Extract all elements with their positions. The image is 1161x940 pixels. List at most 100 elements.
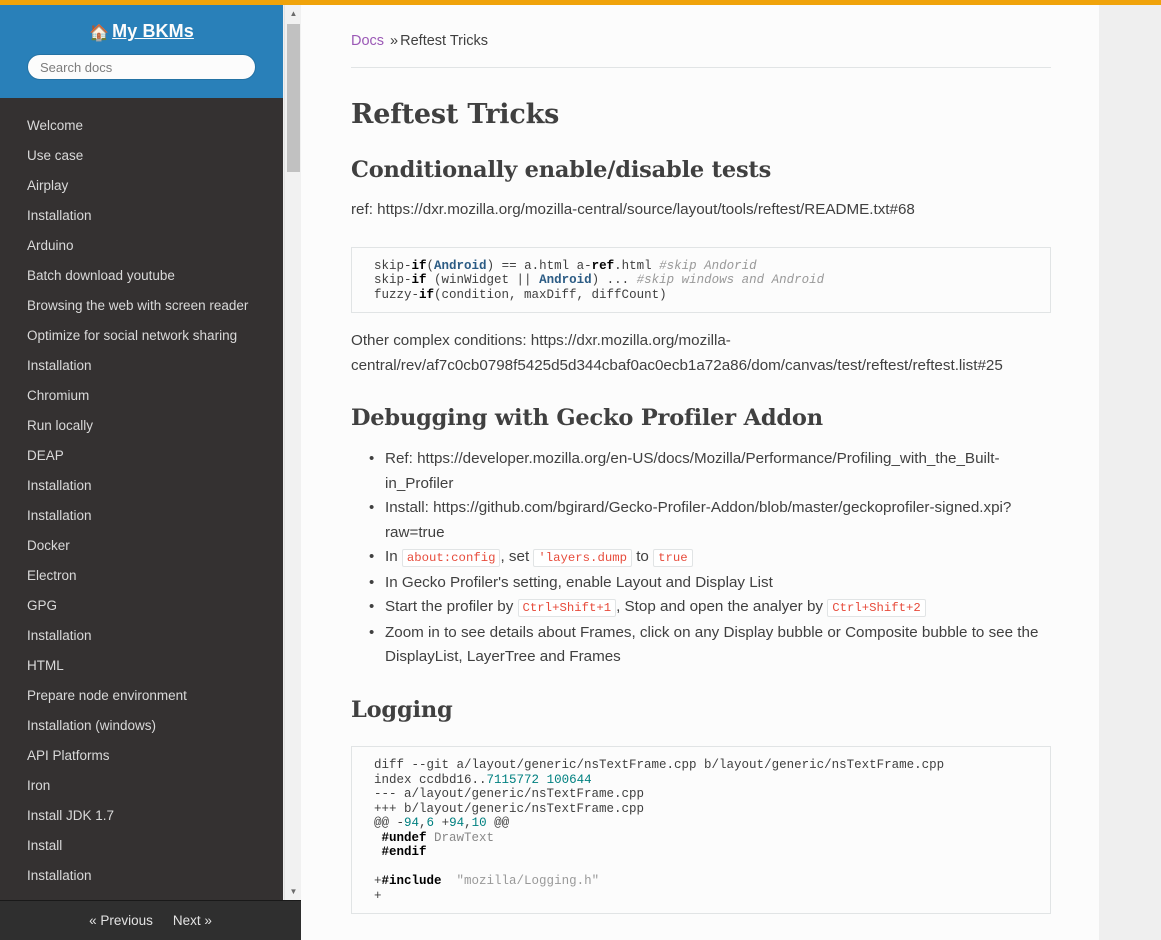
inline-code-ctrl-shift-1: Ctrl+Shift+1 xyxy=(517,599,617,618)
sidebar-item-arduino[interactable]: Arduino xyxy=(0,231,283,261)
search-input[interactable] xyxy=(27,54,256,81)
sidebar-scrollbar-thumb[interactable] xyxy=(287,24,300,172)
inline-code-true: true xyxy=(653,549,693,568)
breadcrumb-docs-link[interactable]: Docs xyxy=(351,33,384,49)
sidebar-item-label[interactable]: Use case xyxy=(0,141,283,171)
sidebar-item-label[interactable]: Installation xyxy=(0,501,283,531)
inline-code-ctrl-shift-2: Ctrl+Shift+2 xyxy=(827,599,926,618)
sidebar-item-label[interactable]: GPG xyxy=(0,591,283,621)
sidebar-item-label[interactable]: Installation xyxy=(0,471,283,501)
inline-code-about-config: about:config xyxy=(401,549,501,568)
sidebar-item-installation-6[interactable]: Installation xyxy=(0,861,283,891)
sidebar-item-iron[interactable]: Iron xyxy=(0,771,283,801)
sidebar-item-label[interactable]: Run locally xyxy=(0,411,283,441)
code-name: Android xyxy=(539,273,592,288)
sidebar-item-label[interactable]: Browsing the web with screen reader xyxy=(0,291,283,321)
sidebar-item-run-locally[interactable]: Run locally xyxy=(0,411,283,441)
scroll-up-arrow-icon[interactable]: ▲ xyxy=(285,5,302,22)
sidebar-item-label[interactable]: Iron xyxy=(0,771,283,801)
sidebar-item-label[interactable]: Airplay xyxy=(0,171,283,201)
breadcrumb: Docs » Reftest Tricks xyxy=(351,33,1051,68)
sidebar-item-gpg[interactable]: GPG xyxy=(0,591,283,621)
sidebar-item-prepare-node-environment[interactable]: Prepare node environment xyxy=(0,681,283,711)
breadcrumb-current: Reftest Tricks xyxy=(400,33,488,49)
sidebar-item-label[interactable]: Prepare node environment xyxy=(0,681,283,711)
sidebar-brand-link[interactable]: 🏠 My BKMs xyxy=(0,19,283,43)
sidebar-item-label[interactable]: Chromium xyxy=(0,381,283,411)
sidebar-item-chromium[interactable]: Chromium xyxy=(0,381,283,411)
sidebar-item-label[interactable]: Installation (windows) xyxy=(0,711,283,741)
sidebar-item-installation-windows[interactable]: Installation (windows) xyxy=(0,711,283,741)
sidebar-item-installation-2[interactable]: Installation xyxy=(0,351,283,381)
list-item-text: Install: https://github.com/bgirard/Geck… xyxy=(385,499,1012,541)
code-text: --- a/layout/generic/nsTextFrame.cpp xyxy=(374,787,645,802)
sidebar-item-installation-5[interactable]: Installation xyxy=(0,621,283,651)
home-icon: 🏠 xyxy=(89,25,110,42)
sidebar-item-api-platforms[interactable]: API Platforms xyxy=(0,741,283,771)
sidebar-item-label[interactable]: Installation xyxy=(0,861,283,891)
sidebar-item-install[interactable]: Install xyxy=(0,831,283,861)
code-text: diff --git a/layout/generic/nsTextFrame.… xyxy=(374,758,945,773)
sidebar-item-label[interactable]: Install xyxy=(0,831,283,861)
code-comment: #skip windows and Android xyxy=(636,273,825,288)
sidebar-item-welcome[interactable]: Welcome xyxy=(0,111,283,141)
code-keyword: if xyxy=(419,287,435,302)
sidebar-item-label[interactable]: Arduino xyxy=(0,231,283,261)
list-item-text: , Stop and open the analyer by xyxy=(616,598,823,616)
code-keyword: if xyxy=(411,258,427,273)
sidebar-scrollbar[interactable]: ▲ ▼ xyxy=(284,5,301,900)
code-keyword: if xyxy=(411,273,427,288)
sidebar-item-browsing-screen-reader[interactable]: Browsing the web with screen reader xyxy=(0,291,283,321)
sidebar-item-label[interactable]: Docker xyxy=(0,531,283,561)
code-text: fuzzy- xyxy=(374,287,420,302)
sidebar-item-deap[interactable]: DEAP xyxy=(0,441,283,471)
list-item-text: , set xyxy=(500,548,530,566)
code-text: index ccdbd16.. xyxy=(374,772,487,787)
sidebar-item-optimize-social-network[interactable]: Optimize for social network sharing xyxy=(0,321,283,351)
code-text: ( xyxy=(426,258,435,273)
sidebar-item-label[interactable]: Electron xyxy=(0,561,283,591)
ref-paragraph: ref: https://dxr.mozilla.org/mozilla-cen… xyxy=(351,201,915,219)
code-keyword: ref xyxy=(591,258,615,273)
sidebar-item-installation-3[interactable]: Installation xyxy=(0,471,283,501)
sidebar-item-airplay[interactable]: Airplay xyxy=(0,171,283,201)
list-item: Zoom in to see details about Frames, cli… xyxy=(369,621,1051,670)
sidebar-item-label[interactable]: Installation xyxy=(0,621,283,651)
sidebar-item-k2pdfopt[interactable]: k2pdfopt xyxy=(0,891,283,900)
sidebar-item-electron[interactable]: Electron xyxy=(0,561,283,591)
sidebar-item-html[interactable]: HTML xyxy=(0,651,283,681)
sidebar-item-label[interactable]: Welcome xyxy=(0,111,283,141)
section-heading-debugging-gecko-profiler: Debugging with Gecko Profiler Addon xyxy=(351,405,823,432)
sidebar-item-use-case[interactable]: Use case xyxy=(0,141,283,171)
breadcrumb-separator: » xyxy=(390,33,399,49)
sidebar-item-label[interactable]: Optimize for social network sharing xyxy=(0,321,283,351)
main-content: Docs» Reftest Tricks Reftest Tricks Condi… xyxy=(301,5,1099,940)
content-inner: Docs» Reftest Tricks Reftest Tricks Condi… xyxy=(301,5,1099,915)
other-conditions-paragraph: Other complex conditions: https://dxr.mo… xyxy=(351,332,1003,374)
sidebar-item-label[interactable]: k2pdfopt xyxy=(0,891,283,900)
scroll-down-arrow-icon[interactable]: ▼ xyxy=(285,883,302,900)
sidebar-item-label[interactable]: Installation xyxy=(0,201,283,231)
previous-link[interactable]: « Previous xyxy=(89,913,153,928)
sidebar-item-installation-4[interactable]: Installation xyxy=(0,501,283,531)
sidebar-item-install-jdk[interactable]: Install JDK 1.7 xyxy=(0,801,283,831)
code-number: 94 xyxy=(404,816,420,831)
sidebar-item-batch-download-youtube[interactable]: Batch download youtube xyxy=(0,261,283,291)
next-link[interactable]: Next » xyxy=(173,913,212,928)
sidebar-item-docker[interactable]: Docker xyxy=(0,531,283,561)
sidebar-item-label[interactable]: Install JDK 1.7 xyxy=(0,801,283,831)
code-name: Android xyxy=(434,258,487,273)
sidebar-item-label[interactable]: DEAP xyxy=(0,441,283,471)
inline-code-layers-dump: 'layers.dump xyxy=(533,549,632,568)
sidebar-item-installation-1[interactable]: Installation xyxy=(0,201,283,231)
sidebar-item-label[interactable]: API Platforms xyxy=(0,741,283,771)
sidebar-item-label[interactable]: Batch download youtube xyxy=(0,261,283,291)
code-block-diff-logging: diff --git a/layout/generic/nsTextFrame.… xyxy=(351,746,1051,915)
sidebar-item-label[interactable]: HTML xyxy=(0,651,283,681)
sidebar-item-label[interactable]: Installation xyxy=(0,351,283,381)
list-item-text: Ref: https://developer.mozilla.org/en-US… xyxy=(385,450,1000,492)
list-item-text: Start the profiler by xyxy=(385,598,514,616)
list-item: Ref: https://developer.mozilla.org/en-US… xyxy=(369,447,1051,496)
